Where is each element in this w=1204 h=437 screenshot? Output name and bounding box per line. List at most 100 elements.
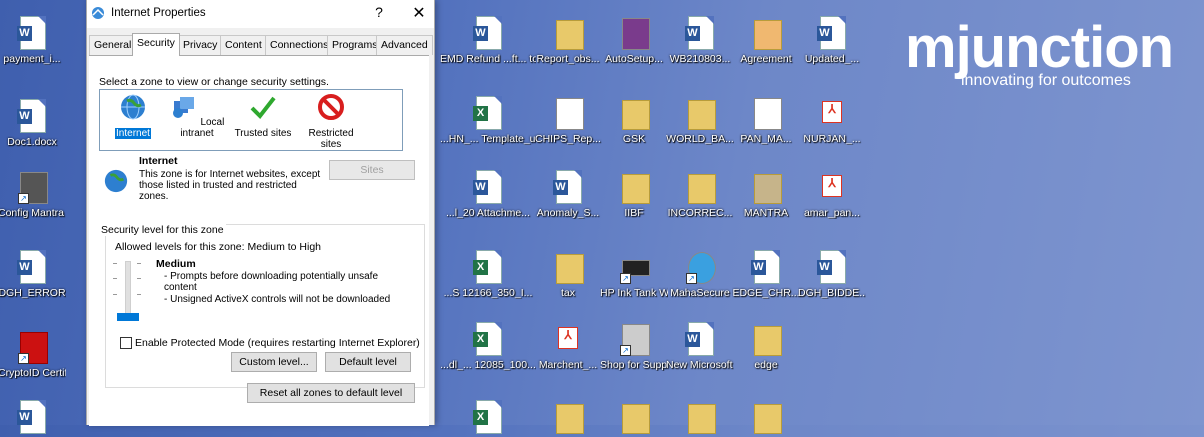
shortcut-arrow-icon: ↗ xyxy=(686,273,697,284)
tab-security[interactable]: Security xyxy=(132,33,180,56)
excel-icon: X xyxy=(473,410,488,425)
help-button[interactable]: ? xyxy=(369,4,389,20)
pdf-icon: ⅄ xyxy=(822,175,842,197)
desktop-icon[interactable] xyxy=(732,400,800,437)
desktop-icon[interactable]: tax xyxy=(534,250,602,299)
desktop-icon[interactable]: edge xyxy=(732,322,800,371)
excel-icon: X xyxy=(473,260,488,275)
zone-description: This zone is for Internet websites, exce… xyxy=(139,169,321,202)
security-level-slider[interactable] xyxy=(125,261,131,319)
zone-list: Internet Local intranet Trusted sites Re… xyxy=(99,89,403,151)
security-level-legend: Security level for this zone xyxy=(99,224,226,236)
desktop-icon[interactable]: ⅄ Marchent_... xyxy=(534,322,602,371)
tab-connections[interactable]: Connections xyxy=(265,35,334,55)
desktop-icon[interactable]: CHIPS_Rep... xyxy=(534,96,602,145)
shortcut-arrow-icon: ↗ xyxy=(620,273,631,284)
globe-icon xyxy=(104,169,128,193)
zone-internet[interactable]: Internet xyxy=(102,93,164,139)
checkmark-icon xyxy=(250,96,276,120)
desktop-icon[interactable]: X ...dl_... 12085_100... xyxy=(440,322,536,371)
network-icon xyxy=(172,97,194,118)
default-level-button[interactable]: Default level xyxy=(325,352,411,372)
brand-logo: mjunction innovating for outcomes xyxy=(905,15,1174,90)
desktop-icon[interactable]: MANTRA xyxy=(732,170,800,219)
slider-tick xyxy=(113,294,117,295)
desktop-icon[interactable]: W DGH_BIDDE... xyxy=(798,250,866,299)
desktop-icon[interactable]: W DGH_ERROR xyxy=(0,250,66,299)
desktop-icon[interactable] xyxy=(534,400,602,437)
excel-icon: X xyxy=(473,106,488,121)
desktop-icon[interactable]: W EMD Refund ...ft... to unsuccessf... xyxy=(440,16,536,65)
desktop-icon[interactable]: ⅄ NURJAN_... xyxy=(798,96,866,145)
zone-label: Restricted sites xyxy=(308,128,354,150)
word-icon: W xyxy=(817,26,832,41)
slider-tick xyxy=(113,278,117,279)
title-bar[interactable]: Internet Properties ? ✕ xyxy=(87,0,434,28)
tab-privacy[interactable]: Privacy xyxy=(178,35,223,55)
security-tab-panel: Select a zone to view or change security… xyxy=(89,55,429,426)
desktop-icon[interactable]: X ...S 12166_350_I... xyxy=(440,250,536,299)
protected-mode-checkbox[interactable] xyxy=(120,337,132,349)
reset-all-zones-button[interactable]: Reset all zones to default level xyxy=(247,383,415,403)
desktop-icon[interactable]: ↗ Shop for Supplies - ... xyxy=(600,322,668,371)
pdf-icon: ⅄ xyxy=(558,327,578,349)
shortcut-arrow-icon: ↗ xyxy=(18,193,29,204)
sites-button[interactable]: Sites xyxy=(329,160,415,180)
blocked-icon xyxy=(318,94,344,120)
desktop-icon[interactable] xyxy=(600,400,668,437)
word-icon: W xyxy=(17,410,32,425)
word-icon: W xyxy=(17,109,32,124)
allowed-levels-text: Allowed levels for this zone: Medium to … xyxy=(115,241,322,253)
zone-label: Trusted sites xyxy=(234,128,292,139)
desktop-icon[interactable]: W Updated_... xyxy=(798,16,866,65)
zone-restricted-sites[interactable]: Restricted sites xyxy=(300,93,362,150)
slider-thumb[interactable] xyxy=(117,313,139,321)
close-button[interactable]: ✕ xyxy=(409,3,429,23)
desktop-icon[interactable]: WORLD_BA... xyxy=(666,96,734,145)
desktop-icon[interactable]: W Anomaly_S... xyxy=(534,170,602,219)
protected-mode-label[interactable]: Enable Protected Mode (requires restarti… xyxy=(135,337,420,349)
globe-icon xyxy=(121,94,145,120)
zone-label: Internet xyxy=(115,128,151,139)
internet-options-icon xyxy=(92,7,104,19)
desktop-icon[interactable]: X ...HN_... Template_u... xyxy=(440,96,536,145)
security-level-name: Medium xyxy=(156,258,196,270)
desktop-icon[interactable]: ⅄ amar_pan... xyxy=(798,170,866,219)
desktop-icon[interactable]: AutoSetup... xyxy=(600,16,668,65)
tab-general[interactable]: General xyxy=(89,35,137,55)
desktop-icon[interactable]: GSK xyxy=(600,96,668,145)
desktop-icon[interactable]: W Doc1.docx xyxy=(0,99,66,148)
desktop-icon[interactable]: ↗ HP Ink Tank Wireless 4... xyxy=(600,250,668,299)
word-icon: W xyxy=(553,180,568,195)
zone-trusted-sites[interactable]: Trusted sites xyxy=(232,93,294,139)
desktop-icon[interactable]: W WB210803... xyxy=(666,16,734,65)
desktop-icon[interactable]: W payment_i... xyxy=(0,16,66,65)
desktop-icon[interactable]: W EDGE_CHR... xyxy=(732,250,800,299)
word-icon: W xyxy=(817,260,832,275)
desktop-icon[interactable]: PAN_MA... xyxy=(732,96,800,145)
custom-level-button[interactable]: Custom level... xyxy=(231,352,317,372)
desktop-icon[interactable] xyxy=(666,400,734,437)
zone-local-intranet[interactable]: Local intranet xyxy=(166,93,228,139)
slider-tick xyxy=(113,263,117,264)
desktop-icon[interactable]: IIBF xyxy=(600,170,668,219)
desktop-icon[interactable]: ↗ MahaSecure xyxy=(666,250,734,299)
word-icon: W xyxy=(473,26,488,41)
dialog-title: Internet Properties xyxy=(111,7,206,19)
desktop-icon[interactable]: W xyxy=(0,400,66,437)
desktop-icon[interactable]: W New Microsoft ... xyxy=(666,322,734,371)
brand-name: mjunction xyxy=(905,15,1174,80)
desktop-icon[interactable]: Agreement xyxy=(732,16,800,65)
desktop-icon[interactable]: W ...l_20 Attachme... xyxy=(440,170,536,219)
security-level-bullet: - Prompts before downloading potentially… xyxy=(164,271,379,293)
desktop-icon[interactable]: ↗ CryptoID Certifica... xyxy=(0,330,66,379)
desktop-icon[interactable]: X xyxy=(454,400,522,437)
desktop-icon[interactable]: INCORREC... xyxy=(666,170,734,219)
tab-programs[interactable]: Programs xyxy=(327,35,383,55)
pdf-icon: ⅄ xyxy=(822,101,842,123)
desktop-icon[interactable]: Report_obs... xyxy=(534,16,602,65)
slider-tick xyxy=(137,278,141,279)
tab-advanced[interactable]: Advanced xyxy=(376,35,433,55)
tab-content[interactable]: Content xyxy=(220,35,267,55)
desktop-icon[interactable]: ↗ Config Mantra ... xyxy=(0,170,66,219)
